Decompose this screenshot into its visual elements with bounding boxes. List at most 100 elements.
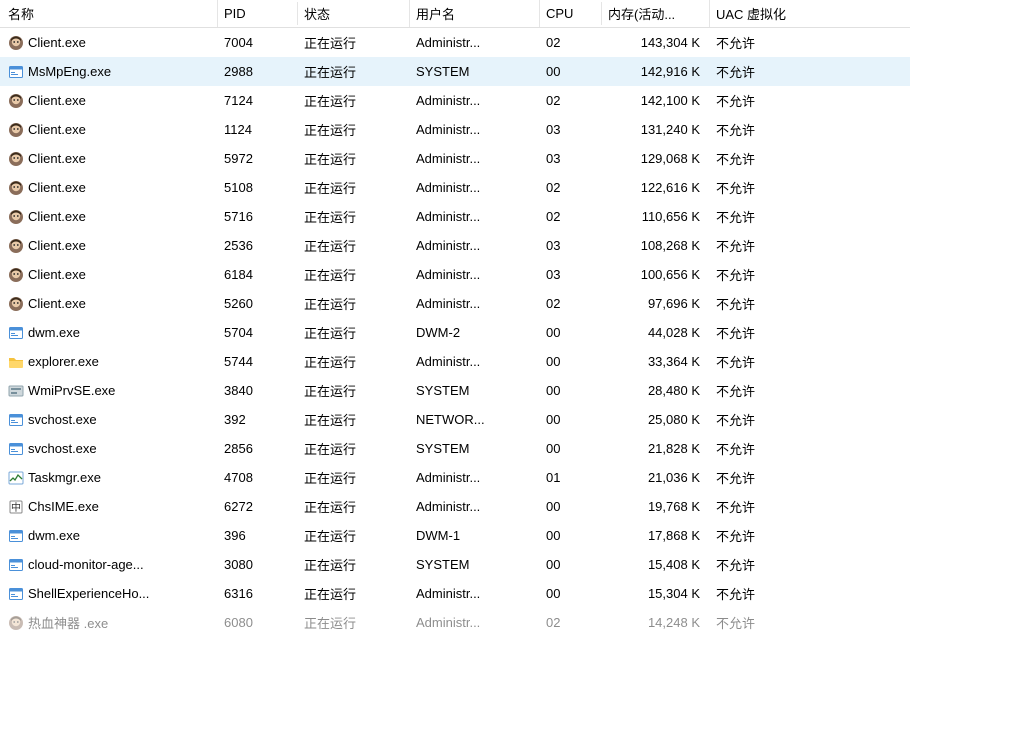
cell-name: Client.exe [0,177,218,199]
cell-memory: 142,100 K [602,90,710,111]
generic-icon [8,528,24,544]
table-row[interactable]: Client.exe5108正在运行Administr...02122,616 … [0,173,910,202]
cell-cpu: 02 [540,293,602,314]
cell-status: 正在运行 [298,233,410,258]
client-icon [8,267,24,283]
cell-cpu: 00 [540,322,602,343]
cell-name: Client.exe [0,264,218,286]
cell-uac: 不允许 [710,30,840,55]
table-row[interactable]: Client.exe7004正在运行Administr...02143,304 … [0,28,910,57]
cell-cpu: 00 [540,525,602,546]
cell-name: Client.exe [0,235,218,257]
cell-memory: 17,868 K [602,525,710,546]
process-name: Client.exe [28,93,86,108]
cell-name: Client.exe [0,119,218,141]
cell-name: Client.exe [0,90,218,112]
process-name: Client.exe [28,151,86,166]
process-name: Client.exe [28,122,86,137]
table-row[interactable]: Client.exe1124正在运行Administr...03131,240 … [0,115,910,144]
cell-name: dwm.exe [0,525,218,547]
cell-memory: 21,036 K [602,467,710,488]
cell-user: Administr... [410,32,540,53]
cell-name: explorer.exe [0,351,218,373]
cell-uac: 不允许 [710,523,840,548]
cell-status: 正在运行 [298,204,410,229]
cell-status: 正在运行 [298,320,410,345]
cell-pid: 396 [218,525,298,546]
cell-uac: 不允许 [710,204,840,229]
table-row[interactable]: dwm.exe396正在运行DWM-10017,868 K不允许 [0,521,910,550]
client-icon [8,93,24,109]
cell-cpu: 00 [540,554,602,575]
column-header-name[interactable]: 名称 [0,0,218,27]
table-row[interactable]: Client.exe5260正在运行Administr...0297,696 K… [0,289,910,318]
column-header-status[interactable]: 状态 [298,0,410,27]
cell-name: cloud-monitor-age... [0,554,218,576]
cell-pid: 2856 [218,438,298,459]
cell-uac: 不允许 [710,175,840,200]
cell-cpu: 00 [540,380,602,401]
cell-pid: 6184 [218,264,298,285]
cell-memory: 142,916 K [602,61,710,82]
client-icon [8,151,24,167]
cell-pid: 2988 [218,61,298,82]
cell-uac: 不允许 [710,349,840,374]
cell-pid: 2536 [218,235,298,256]
client-icon [8,209,24,225]
table-row[interactable]: 中ChsIME.exe6272正在运行Administr...0019,768 … [0,492,910,521]
client-icon [8,180,24,196]
cell-memory: 15,304 K [602,583,710,604]
column-header-cpu[interactable]: CPU [540,2,602,25]
cell-user: Administr... [410,148,540,169]
cell-cpu: 02 [540,32,602,53]
cell-memory: 143,304 K [602,32,710,53]
table-row[interactable]: svchost.exe392正在运行NETWOR...0025,080 K不允许 [0,405,910,434]
cell-cpu: 00 [540,351,602,372]
cell-pid: 5704 [218,322,298,343]
cell-status: 正在运行 [298,523,410,548]
cell-cpu: 03 [540,264,602,285]
cell-cpu: 03 [540,119,602,140]
table-row[interactable]: explorer.exe5744正在运行Administr...0033,364… [0,347,910,376]
cell-uac: 不允许 [710,378,840,403]
column-header-pid[interactable]: PID [218,2,298,25]
cell-status: 正在运行 [298,88,410,113]
cell-name: svchost.exe [0,438,218,460]
table-row[interactable]: Client.exe2536正在运行Administr...03108,268 … [0,231,910,260]
cell-cpu: 03 [540,148,602,169]
cell-pid: 3080 [218,554,298,575]
table-row[interactable]: Client.exe6184正在运行Administr...03100,656 … [0,260,910,289]
cell-memory: 28,480 K [602,380,710,401]
cell-pid: 4708 [218,467,298,488]
table-row[interactable]: MsMpEng.exe2988正在运行SYSTEM00142,916 K不允许 [0,57,910,86]
process-name: Client.exe [28,209,86,224]
table-row[interactable]: cloud-monitor-age...3080正在运行SYSTEM0015,4… [0,550,910,579]
cell-user: Administr... [410,119,540,140]
cell-status: 正在运行 [298,291,410,316]
column-header-user[interactable]: 用户名 [410,0,540,27]
cell-name: Client.exe [0,293,218,315]
cell-pid: 6272 [218,496,298,517]
client-icon [8,35,24,51]
column-header-uac[interactable]: UAC 虚拟化 [710,0,840,27]
cell-user: SYSTEM [410,554,540,575]
cell-user: Administr... [410,496,540,517]
cell-user: DWM-2 [410,322,540,343]
table-row[interactable]: ShellExperienceHo...6316正在运行Administr...… [0,579,910,608]
cell-status: 正在运行 [298,378,410,403]
cell-uac: 不允许 [710,233,840,258]
cell-pid: 7004 [218,32,298,53]
cell-cpu: 00 [540,496,602,517]
table-row[interactable]: Client.exe5972正在运行Administr...03129,068 … [0,144,910,173]
column-header-memory[interactable]: 内存(活动... [602,0,710,27]
table-row[interactable]: Client.exe7124正在运行Administr...02142,100 … [0,86,910,115]
table-row[interactable]: Client.exe5716正在运行Administr...02110,656 … [0,202,910,231]
process-name: MsMpEng.exe [28,64,111,79]
table-row[interactable]: dwm.exe5704正在运行DWM-20044,028 K不允许 [0,318,910,347]
table-row[interactable]: svchost.exe2856正在运行SYSTEM0021,828 K不允许 [0,434,910,463]
table-row[interactable]: WmiPrvSE.exe3840正在运行SYSTEM0028,480 K不允许 [0,376,910,405]
table-row[interactable]: Taskmgr.exe4708正在运行Administr...0121,036 … [0,463,910,492]
cell-status: 正在运行 [298,465,410,490]
table-row[interactable]: 热血神器 .exe6080正在运行Administr...0214,248 K不… [0,608,910,637]
cell-memory: 129,068 K [602,148,710,169]
